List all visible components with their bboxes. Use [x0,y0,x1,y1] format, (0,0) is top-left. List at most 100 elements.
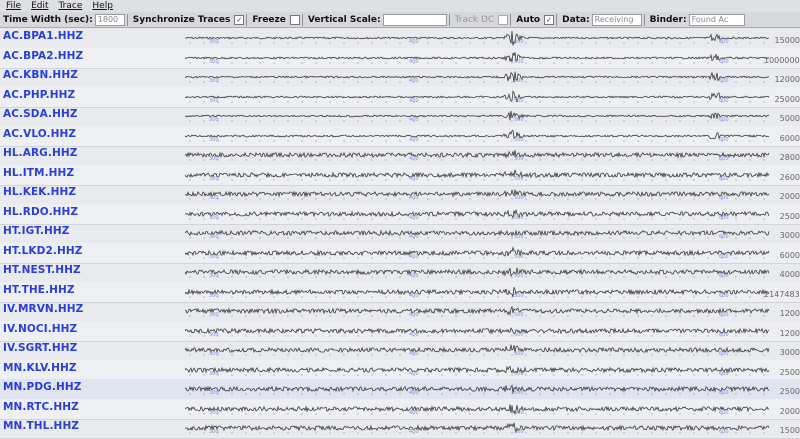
time-tick-label: 600 [719,78,729,84]
trace-row[interactable]: IV.SGRT.HHZ 300 400 500 600 3000 [0,340,800,361]
time-width-input[interactable]: 1800 [94,13,125,26]
seismogram-trace[interactable]: 300 400 500 600 [185,67,770,87]
binder-value: Found Ac [688,13,745,26]
time-tick-label: 600 [719,429,729,435]
trace-row[interactable]: HL.KEK.HHZ 300 400 500 600 2000 [0,184,800,205]
seismogram-trace[interactable]: 300 400 500 600 [185,165,770,185]
amplitude-scale: 2800 [779,153,800,162]
trace-row[interactable]: MN.KLV.HHZ 300 400 500 600 2500 [0,359,800,381]
trace-row[interactable]: HL.RDO.HHZ 300 400 500 600 2500 [0,203,800,225]
seismogram-trace[interactable]: 300 400 500 600 [185,418,770,438]
freeze-checkbox[interactable] [289,14,300,25]
time-tick-label: 600 [719,156,729,162]
waveform-svg [185,326,770,337]
seismogram-trace[interactable]: 300 400 500 600 [185,126,770,146]
seismogram-trace[interactable]: 300 400 500 600 [185,301,770,321]
station-label[interactable]: HL.ARG.HHZ [3,147,77,159]
seismogram-trace[interactable]: 300 400 500 600 [185,204,770,224]
vertical-scale-input[interactable] [382,13,447,26]
station-label[interactable]: IV.NOCI.HHZ [3,323,77,335]
auto-checkbox[interactable]: ✓ [544,14,555,25]
trace-row[interactable]: HT.NEST.HHZ 300 400 500 600 4000 [0,262,800,283]
waveform-svg [185,208,770,220]
trace-row[interactable]: IV.NOCI.HHZ 300 400 500 600 1200 [0,320,800,342]
trace-row[interactable]: MN.THL.HHZ 300 400 500 600 1500 [0,418,800,439]
time-tick-label: 400 [409,39,419,45]
station-label[interactable]: HT.IGT.HHZ [3,225,69,237]
seismogram-trace[interactable]: 300 400 500 600 [185,145,770,165]
station-label[interactable]: AC.BPA1.HHZ [3,30,83,42]
trace-row[interactable]: AC.PHP.HHZ 300 400 500 600 25000 [0,86,800,108]
waveform-svg [185,305,770,317]
time-tick-label: 500 [514,39,524,45]
seismogram-trace[interactable]: 300 400 500 600 [185,379,770,399]
menu-edit[interactable]: Edit [31,1,48,11]
seismogram-trace[interactable]: 300 400 500 600 [185,28,770,48]
seismogram-trace[interactable]: 300 400 500 600 [185,87,770,107]
amplitude-scale: 4000 [779,270,800,279]
station-label[interactable]: IV.SGRT.HHZ [3,342,77,354]
waveform-svg [185,129,770,142]
seismogram-trace[interactable]: 300 400 500 600 [185,262,770,282]
seismogram-trace[interactable]: 300 400 500 600 [185,106,770,126]
seismogram-trace[interactable]: 300 400 500 600 [185,243,770,263]
amplitude-scale: 2600 [779,172,800,182]
station-label[interactable]: IV.MRVN.HHZ [3,303,83,315]
trace-row[interactable]: MN.RTC.HHZ 300 400 500 600 2000 [0,398,800,420]
trace-row[interactable]: AC.BPA2.HHZ 300 400 500 600 10000000 [0,47,800,69]
seismogram-trace[interactable]: 300 400 500 600 [185,360,770,380]
time-tick-label: 300 [209,156,219,162]
menu-trace[interactable]: Trace [59,1,83,11]
seismogram-trace[interactable]: 300 400 500 600 [185,184,770,204]
seismogram-trace[interactable]: 300 400 500 600 [185,282,770,302]
station-label[interactable]: AC.KBN.HHZ [3,69,78,81]
trace-row[interactable]: MN.PDG.HHZ 300 400 500 600 2500 [0,379,800,400]
station-label[interactable]: HT.LKD2.HHZ [3,245,82,257]
station-label[interactable]: MN.RTC.HHZ [3,401,79,413]
waveform-svg [185,169,770,181]
station-label[interactable]: HL.RDO.HHZ [3,206,78,218]
trace-row[interactable]: HL.ITM.HHZ 300 400 500 600 2600 [0,164,800,186]
seismogram-trace[interactable]: 300 400 500 600 [185,223,770,243]
seismogram-trace[interactable]: 300 400 500 600 [185,321,770,341]
synchronize-traces-checkbox[interactable]: ✓ [234,14,245,25]
station-label[interactable]: AC.BPA2.HHZ [3,50,83,62]
seismogram-trace[interactable]: 300 400 500 600 [185,48,770,68]
time-tick-label: 300 [209,136,219,143]
seismogram-trace[interactable]: 300 400 500 600 [185,340,770,360]
time-tick-label: 400 [409,78,419,84]
menu-help[interactable]: Help [92,1,113,11]
trace-panel: AC.BPA1.HHZ 300 400 500 600 15000 AC.BPA2.HHZ 3… [0,28,800,439]
trace-row[interactable]: HT.THE.HHZ 300 400 500 600 2147483648 [0,281,800,303]
trace-row[interactable]: AC.KBN.HHZ 300 400 500 600 12000 [0,67,800,88]
station-label[interactable]: AC.VLO.HHZ [3,128,76,140]
time-tick-label: 400 [409,390,419,396]
trace-row[interactable]: AC.BPA1.HHZ 300 400 500 600 15000 [0,28,800,49]
station-label[interactable]: MN.PDG.HHZ [3,381,81,393]
trace-row[interactable]: AC.VLO.HHZ 300 400 500 600 6000 [0,125,800,147]
seismogram-trace[interactable]: 300 400 500 600 [185,399,770,419]
station-label[interactable]: HL.ITM.HHZ [3,167,74,179]
menu-file[interactable]: File [6,1,21,11]
time-tick-label: 400 [409,370,419,377]
time-tick-label: 600 [719,97,729,104]
station-label[interactable]: AC.SDA.HHZ [3,108,78,120]
station-label[interactable]: MN.KLV.HHZ [3,362,77,374]
trace-row[interactable]: HL.ARG.HHZ 300 400 500 600 2800 [0,145,800,166]
station-label[interactable]: HT.NEST.HHZ [3,264,81,276]
station-label[interactable]: HT.THE.HHZ [3,284,75,296]
amplitude-scale: 25000 [774,94,800,104]
station-label[interactable]: MN.THL.HHZ [3,420,79,432]
trace-row[interactable]: IV.MRVN.HHZ 300 400 500 600 1200 [0,301,800,322]
trace-row[interactable]: HT.IGT.HHZ 300 400 500 600 3000 [0,223,800,244]
station-label[interactable]: HL.KEK.HHZ [3,186,76,198]
time-tick-label: 500 [514,312,524,318]
station-label[interactable]: AC.PHP.HHZ [3,89,75,101]
waveform-svg [185,229,770,239]
trace-row[interactable]: HT.LKD2.HHZ 300 400 500 600 6000 [0,242,800,264]
track-dc-checkbox[interactable] [498,14,509,25]
track-dc-label: Track DC [454,14,495,25]
amplitude-scale: 3000 [779,348,800,357]
trace-row[interactable]: AC.SDA.HHZ 300 400 500 600 5000 [0,106,800,127]
time-tick-label: 300 [209,117,219,123]
